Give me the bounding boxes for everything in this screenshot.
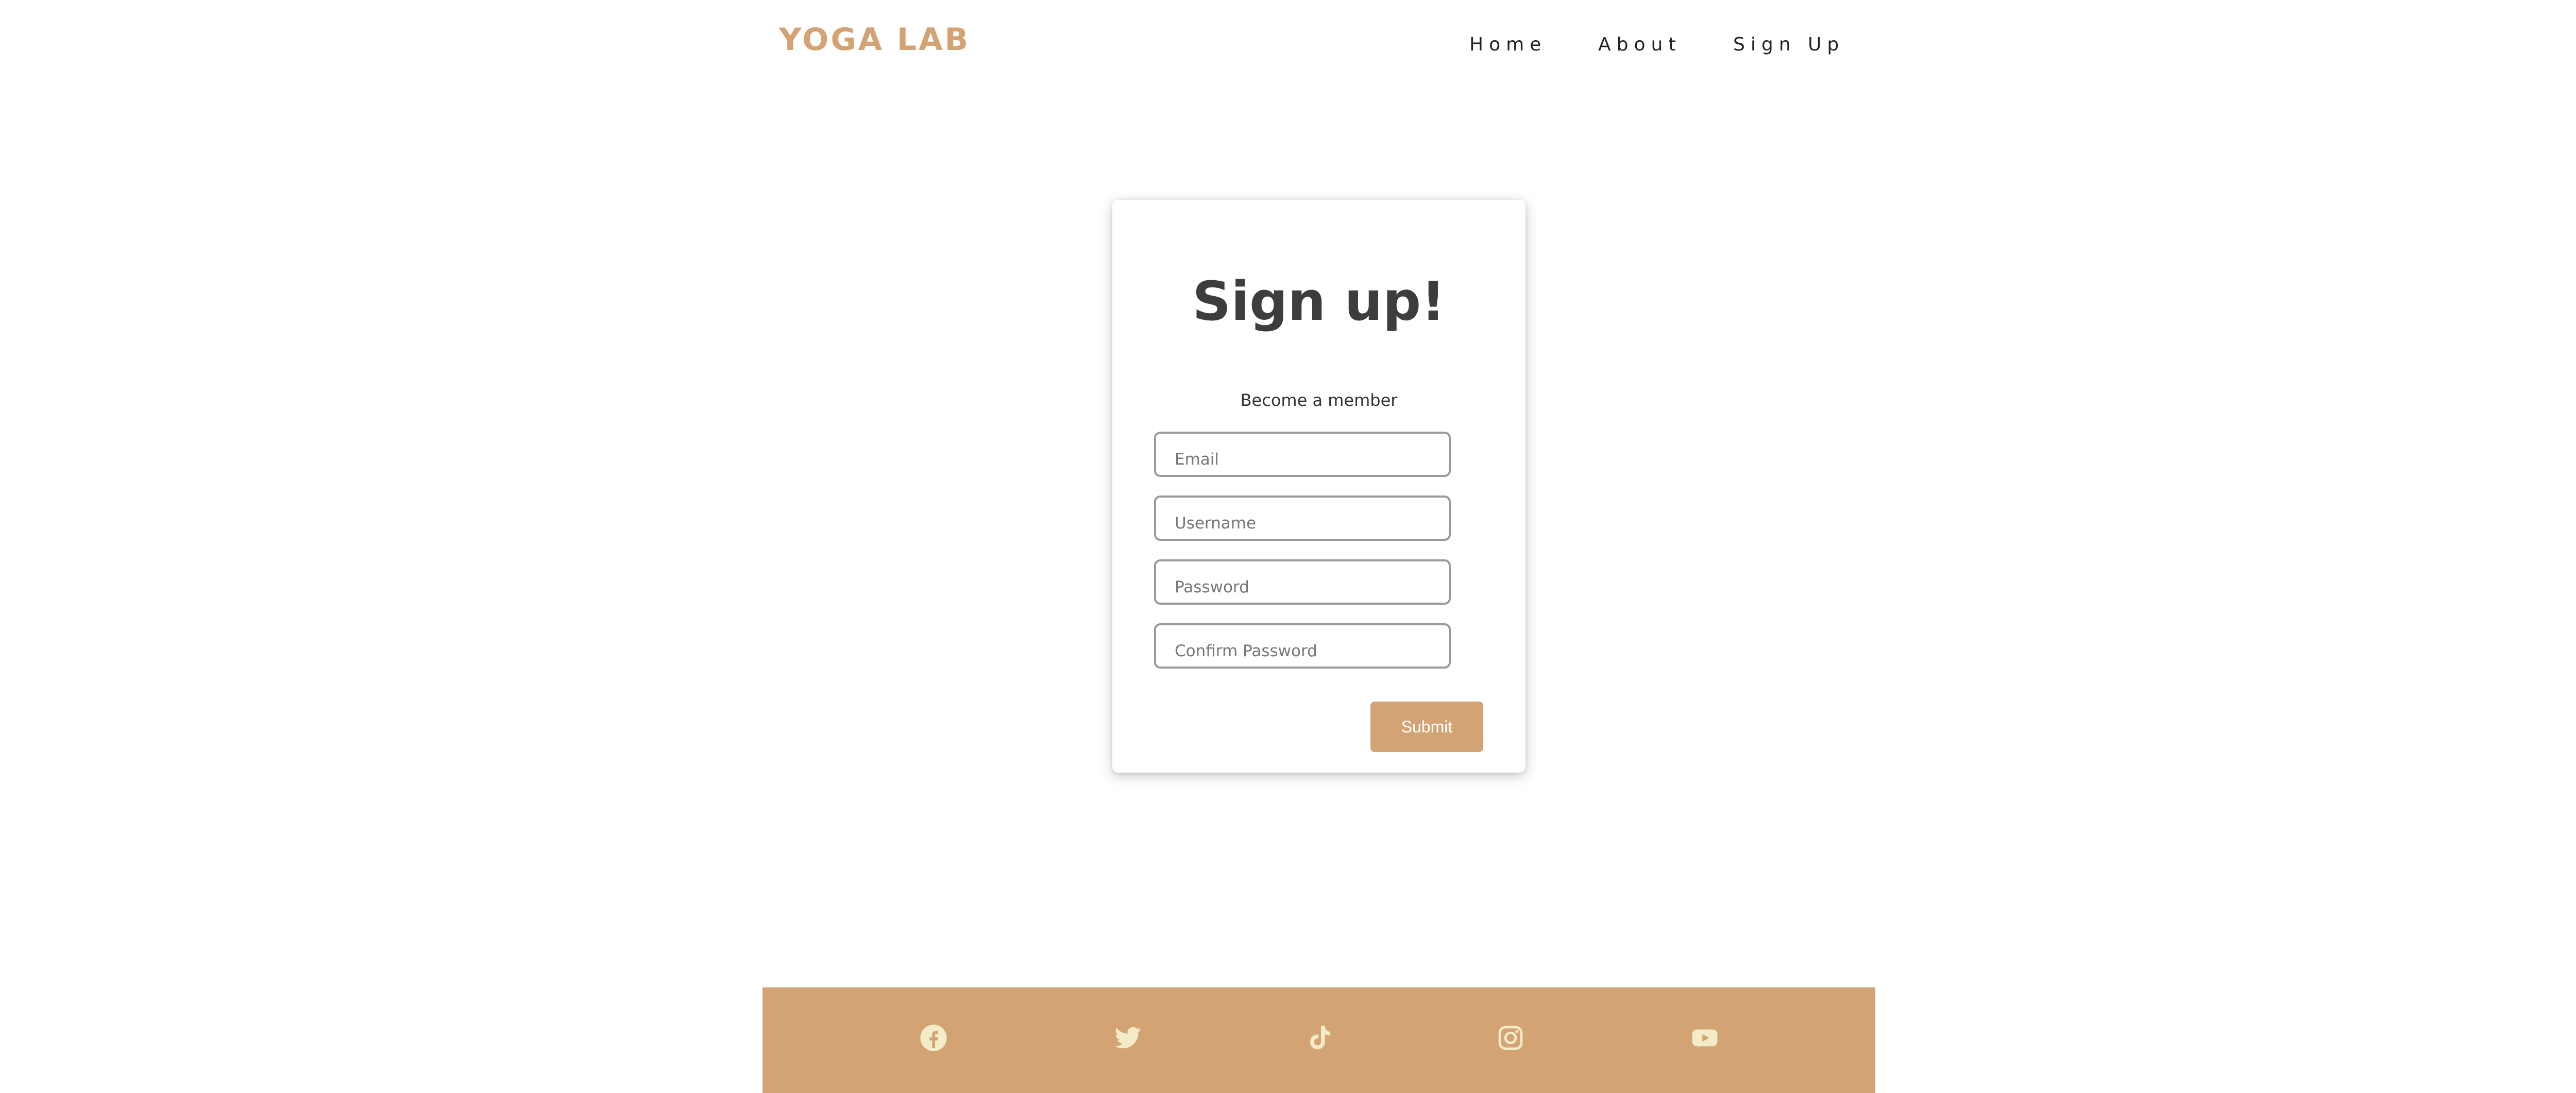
nav-about-link[interactable]: About <box>1598 34 1681 55</box>
instagram-icon[interactable] <box>1496 1023 1525 1052</box>
page: YOGA LAB Home About Sign Up Sign up! Bec… <box>0 0 2576 1093</box>
youtube-icon[interactable] <box>1690 1023 1719 1052</box>
submit-button[interactable]: Submit <box>1370 702 1483 752</box>
password-field[interactable] <box>1154 559 1451 605</box>
footer <box>762 987 1875 1093</box>
signup-subtitle: Become a member <box>1240 390 1398 410</box>
logo[interactable]: YOGA LAB <box>779 22 970 58</box>
signup-title: Sign up! <box>1192 270 1446 333</box>
email-field[interactable] <box>1154 432 1451 477</box>
username-field[interactable] <box>1154 496 1451 541</box>
facebook-icon[interactable] <box>919 1023 948 1052</box>
nav-signup-link[interactable]: Sign Up <box>1733 34 1844 55</box>
signup-card: Sign up! Become a member Submit <box>1112 200 1526 773</box>
nav-home-link[interactable]: Home <box>1469 34 1547 55</box>
tiktok-icon[interactable] <box>1305 1023 1334 1052</box>
twitter-icon[interactable] <box>1113 1023 1142 1052</box>
confirm-password-field[interactable] <box>1154 623 1451 669</box>
